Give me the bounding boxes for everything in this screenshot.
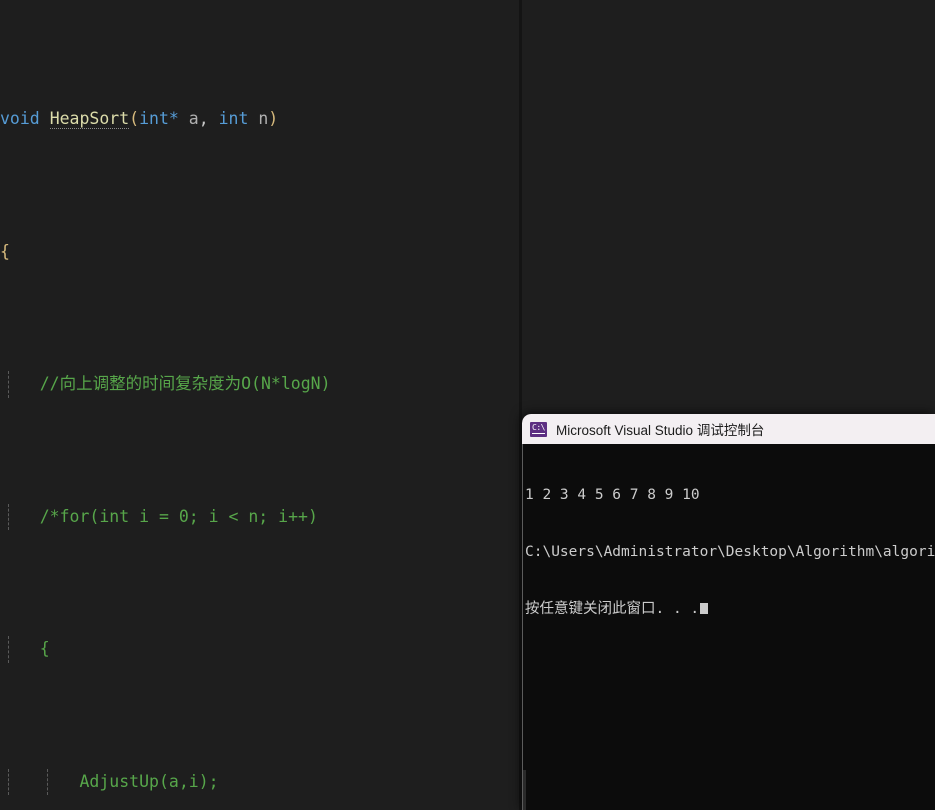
console-output-area[interactable]: 1 2 3 4 5 6 7 8 9 10 C:\Users\Administra… xyxy=(522,444,935,810)
code-editor-pane[interactable]: void HeapSort(int* a, int n) { //向上调整的时间… xyxy=(0,0,522,810)
console-scroll-indicator[interactable] xyxy=(523,770,526,810)
code-line[interactable]: /*for(int i = 0; i < n; i++) xyxy=(0,503,522,530)
console-icon-glyph: C:\ xyxy=(532,423,545,434)
debug-console-window[interactable]: C:\ Microsoft Visual Studio 调试控制台 1 2 3 … xyxy=(522,414,935,810)
console-prompt-line: 按任意键关闭此窗口. . . xyxy=(525,600,935,619)
console-window-icon: C:\ xyxy=(530,421,547,437)
code-line[interactable]: { xyxy=(0,239,522,266)
commented-block-start: /*for(int i = 0; i < n; i++) xyxy=(39,506,318,526)
console-prompt-text: 按任意键关闭此窗口. . . xyxy=(525,601,700,617)
console-output-line: C:\Users\Administrator\Desktop\Algorithm… xyxy=(525,544,935,560)
code-text-area[interactable]: void HeapSort(int* a, int n) { //向上调整的时间… xyxy=(0,0,522,810)
code-line[interactable]: { xyxy=(0,636,522,663)
keyword-int-pointer: int* xyxy=(139,109,179,128)
code-line[interactable]: //向上调整的时间复杂度为O(N*logN) xyxy=(0,371,522,398)
console-title-text: Microsoft Visual Studio 调试控制台 xyxy=(556,423,765,438)
console-cursor xyxy=(700,603,709,614)
code-line[interactable]: AdjustUp(a,i); xyxy=(0,768,522,795)
code-line[interactable]: void HeapSort(int* a, int n) xyxy=(0,106,522,133)
commented-call-adjustup: AdjustUp(a,i); xyxy=(79,771,219,791)
console-title-bar[interactable]: C:\ Microsoft Visual Studio 调试控制台 xyxy=(522,414,935,444)
keyword-void: void xyxy=(0,109,40,128)
comment-up-adjust-complexity: //向上调整的时间复杂度为O(N*logN) xyxy=(39,374,331,393)
console-output-line: 1 2 3 4 5 6 7 8 9 10 xyxy=(525,487,700,503)
function-name-heapsort[interactable]: HeapSort xyxy=(49,109,130,129)
